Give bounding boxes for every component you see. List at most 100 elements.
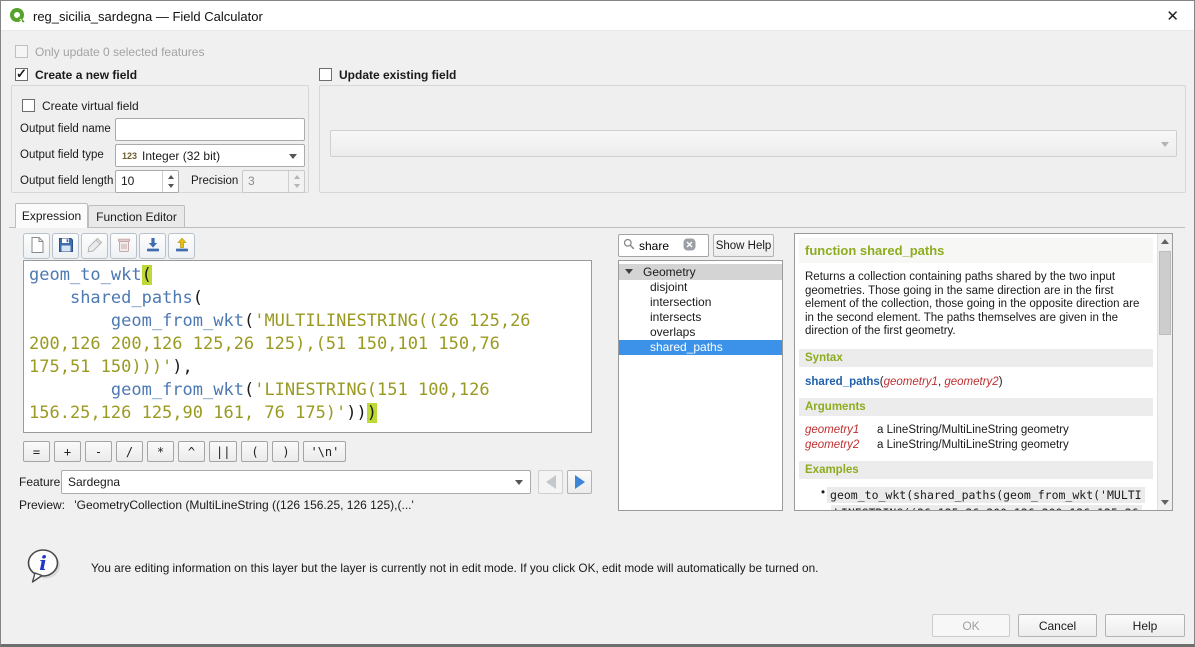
preview-label: Preview:	[19, 498, 65, 512]
operator-button[interactable]: *	[147, 441, 174, 462]
operator-button[interactable]: =	[23, 441, 50, 462]
expression-code: geom_to_wkt( shared_paths( geom_from_wkt…	[29, 264, 586, 425]
tab-expression[interactable]: Expression	[15, 203, 88, 228]
spinner-arrows-icon[interactable]	[162, 171, 178, 192]
arrow-left-icon	[546, 475, 556, 489]
function-search-box[interactable]	[618, 234, 709, 257]
scroll-up-icon[interactable]	[1158, 234, 1172, 249]
example-code-line1: geom_to_wkt(shared_paths(geom_from_wkt('…	[827, 487, 1145, 503]
edit-expression-button[interactable]	[81, 233, 108, 259]
precision-spinner[interactable]: 3	[242, 170, 305, 193]
new-expression-button[interactable]	[23, 233, 50, 259]
function-help-panel: function shared_paths Returns a collecti…	[794, 233, 1173, 511]
output-field-type-combo[interactable]: 123 Integer (32 bit)	[115, 144, 305, 167]
precision-value: 3	[248, 174, 255, 188]
update-existing-groupbox	[319, 85, 1186, 193]
only-update-checkbox[interactable]	[15, 45, 28, 58]
expression-toolbar	[23, 233, 195, 259]
save-expression-icon	[57, 236, 75, 257]
edit-mode-message: You are editing information on this laye…	[91, 561, 818, 575]
help-description: Returns a collection containing paths sh…	[795, 263, 1157, 339]
tree-group-label: Geometry	[643, 265, 696, 279]
create-new-field-checkbox[interactable]	[15, 68, 28, 81]
titlebar[interactable]: reg_sicilia_sardegna — Field Calculator …	[1, 1, 1194, 31]
expression-code-line: shared_paths(	[29, 287, 586, 310]
output-field-length-spinner[interactable]: 10	[115, 170, 179, 193]
close-icon[interactable]: ✕	[1166, 7, 1179, 25]
delete-expression-button[interactable]	[110, 233, 137, 259]
operator-button[interactable]: ||	[209, 441, 237, 462]
operator-bar: =+-/*^||()'\n'	[23, 441, 346, 462]
expression-code-line: geom_from_wkt('LINESTRING(151 100,126	[29, 379, 586, 402]
search-icon	[623, 238, 635, 253]
new-expression-icon	[28, 236, 46, 257]
expression-editor[interactable]: geom_to_wkt( shared_paths( geom_from_wkt…	[23, 260, 592, 433]
svg-text:i: i	[39, 551, 47, 575]
expression-code-line: 200,126 200,126 125,26 125),(51 150,101 …	[29, 333, 586, 356]
ok-button[interactable]: OK	[932, 614, 1010, 637]
arguments-heading: Arguments	[799, 398, 1153, 416]
import-expression-icon	[144, 236, 162, 257]
function-tree-items: disjointintersectionintersectsoverlapssh…	[619, 280, 782, 355]
arguments-list: geometry1a LineString/MultiLineString ge…	[795, 416, 1157, 451]
bullet-icon: •	[821, 487, 825, 503]
next-feature-button[interactable]	[567, 470, 592, 494]
cancel-button[interactable]: Cancel	[1018, 614, 1097, 637]
help-scrollbar[interactable]	[1157, 234, 1172, 510]
preview-row: Preview: 'GeometryCollection (MultiLineS…	[19, 498, 414, 512]
save-expression-button[interactable]	[52, 233, 79, 259]
operator-button[interactable]: )	[272, 441, 299, 462]
argument-row: geometry1a LineString/MultiLineString ge…	[805, 424, 1147, 436]
function-tree-item[interactable]: disjoint	[619, 280, 782, 295]
operator-button[interactable]: ^	[178, 441, 205, 462]
preview-value: 'GeometryCollection (MultiLineString ((1…	[74, 498, 413, 512]
operator-button[interactable]: /	[116, 441, 143, 462]
update-existing-field-checkbox[interactable]	[319, 68, 332, 81]
syntax-heading: Syntax	[799, 349, 1153, 367]
operator-button[interactable]: -	[85, 441, 112, 462]
help-title: function shared_paths	[799, 238, 1153, 263]
function-search-input[interactable]	[639, 239, 683, 253]
field-calculator-dialog: reg_sicilia_sardegna — Field Calculator …	[0, 0, 1195, 647]
scroll-down-icon[interactable]	[1158, 495, 1172, 510]
show-help-button[interactable]: Show Help	[713, 234, 774, 257]
chevron-down-icon	[515, 480, 523, 485]
function-tree-item[interactable]: shared_paths	[619, 340, 782, 355]
clear-search-icon[interactable]	[683, 238, 696, 254]
scrollbar-thumb[interactable]	[1159, 251, 1171, 335]
create-new-field-label: Create a new field	[35, 68, 137, 82]
previous-feature-button[interactable]	[538, 470, 563, 494]
info-bubble-icon: i	[25, 547, 63, 590]
function-tree: Geometry disjointintersectionintersectso…	[618, 260, 783, 511]
operator-button[interactable]: +	[54, 441, 81, 462]
expression-code-line: geom_to_wkt(	[29, 264, 586, 287]
chevron-down-icon	[1161, 142, 1169, 147]
existing-field-combo[interactable]	[330, 130, 1177, 157]
expression-code-line: 175,51 150)))'),	[29, 356, 586, 379]
feature-combo[interactable]: Sardegna	[61, 470, 531, 494]
export-expression-button[interactable]	[168, 233, 195, 259]
qgis-logo-icon	[9, 7, 27, 25]
output-field-type-value: Integer (32 bit)	[142, 149, 220, 163]
argument-row: geometry2a LineString/MultiLineString ge…	[805, 439, 1147, 451]
operator-button[interactable]: (	[241, 441, 268, 462]
function-tree-group-geometry[interactable]: Geometry	[619, 264, 782, 280]
new-field-groupbox: Create virtual field Output field name O…	[11, 85, 309, 193]
function-tree-item[interactable]: intersects	[619, 310, 782, 325]
only-update-label: Only update 0 selected features	[35, 45, 204, 59]
tab-function-editor[interactable]: Function Editor	[88, 205, 185, 228]
output-field-length-label: Output field length	[20, 175, 113, 187]
integer-type-icon: 123	[122, 151, 137, 161]
function-tree-item[interactable]: intersection	[619, 295, 782, 310]
create-virtual-field-checkbox[interactable]	[22, 99, 35, 112]
output-field-name-input[interactable]	[115, 118, 305, 141]
help-button[interactable]: Help	[1105, 614, 1185, 637]
function-tree-item[interactable]: overlaps	[619, 325, 782, 340]
syntax-signature: shared_paths(geometry1, geometry2)	[795, 367, 1157, 388]
operator-button[interactable]: '\n'	[303, 441, 346, 462]
edit-expression-icon	[86, 236, 104, 257]
spinner-arrows-icon[interactable]	[288, 171, 304, 192]
import-expression-button[interactable]	[139, 233, 166, 259]
output-field-name-label: Output field name	[20, 123, 111, 135]
output-field-type-label: Output field type	[20, 149, 104, 161]
